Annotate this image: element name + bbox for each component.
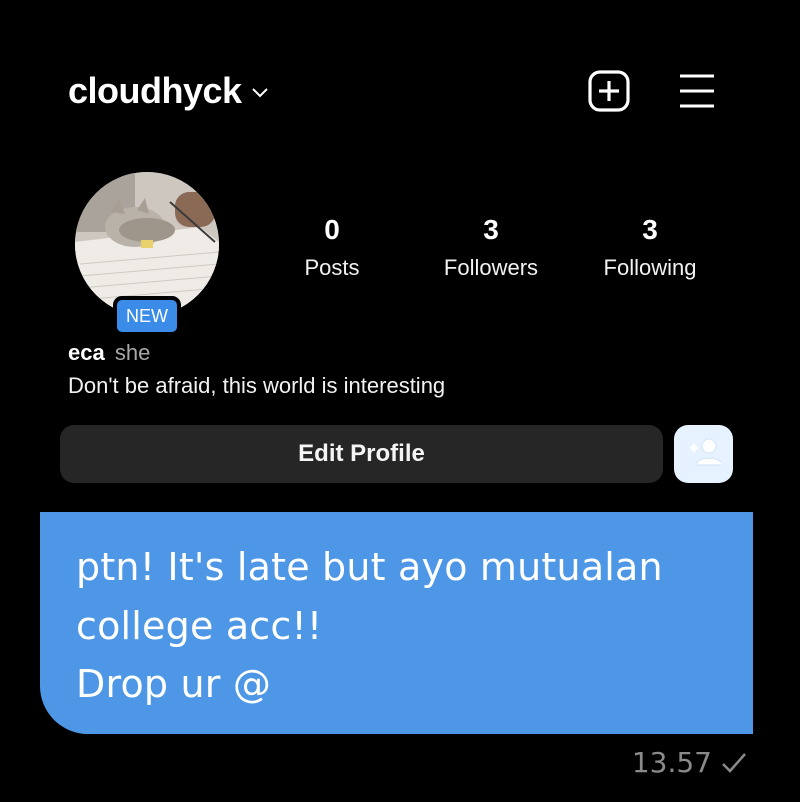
message-line-2: college acc!! xyxy=(76,604,323,648)
stat-posts[interactable]: 0 Posts xyxy=(252,215,412,283)
message-line-1: ptn! It's late but ayo mutualan xyxy=(76,545,663,589)
hamburger-menu-icon[interactable] xyxy=(675,69,719,113)
bio: Don't be afraid, this world is interesti… xyxy=(68,373,446,398)
edit-profile-button[interactable]: Edit Profile xyxy=(60,425,663,483)
display-name: eca xyxy=(68,340,105,365)
message-line-3: Drop ur @ xyxy=(76,662,272,706)
stat-followers[interactable]: 3 Followers xyxy=(411,215,571,283)
chevron-down-icon xyxy=(251,85,268,103)
check-icon xyxy=(720,750,748,781)
stat-following[interactable]: 3 Following xyxy=(570,215,730,283)
following-count: 3 xyxy=(642,214,658,245)
followers-count: 3 xyxy=(483,214,499,245)
add-user-button[interactable] xyxy=(674,425,733,483)
account-switcher[interactable]: cloudhyck xyxy=(68,66,268,116)
new-badge: NEW xyxy=(113,296,181,336)
posts-count: 0 xyxy=(324,214,340,245)
plus-square-icon[interactable] xyxy=(587,69,631,113)
message-time: 13.57 xyxy=(631,746,712,779)
pronouns: she xyxy=(114,340,151,365)
followers-label: Followers xyxy=(443,255,539,280)
avatar[interactable] xyxy=(75,172,219,316)
edit-profile-label: Edit Profile xyxy=(298,440,425,467)
following-label: Following xyxy=(603,255,697,280)
add-user-icon xyxy=(687,437,723,472)
name-line: eca she xyxy=(68,340,150,366)
username: cloudhyck xyxy=(68,70,242,111)
posts-label: Posts xyxy=(304,255,360,280)
